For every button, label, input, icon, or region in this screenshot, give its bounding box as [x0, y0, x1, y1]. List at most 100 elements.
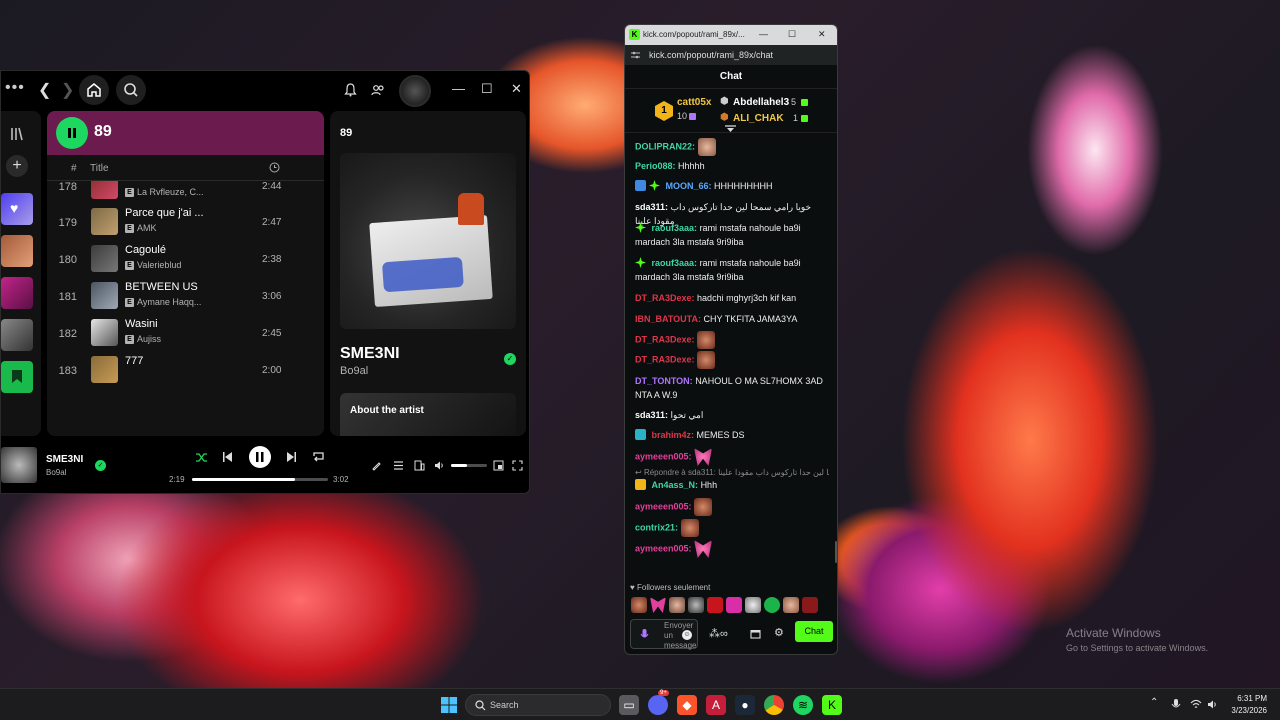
task-view-icon[interactable]: ▭ — [619, 695, 639, 715]
chat-username[interactable]: An4ass_N: — [652, 480, 699, 490]
repeat-icon[interactable] — [312, 451, 325, 463]
chat-username[interactable]: DT_RA3Dexe: — [635, 334, 695, 344]
tray-chevron-icon[interactable]: ⌃ — [1150, 697, 1158, 708]
chat-username[interactable]: contrix21: — [635, 522, 678, 532]
wifi-icon[interactable] — [1190, 699, 1202, 710]
chat-username[interactable]: raouf3aaa: — [652, 258, 698, 268]
now-playing-song[interactable]: SME3NI — [340, 345, 400, 363]
play-pause-button[interactable] — [249, 446, 271, 468]
chat-username[interactable]: brahim4z: — [652, 430, 695, 440]
chat-username[interactable]: Perio088: — [635, 161, 676, 171]
chat-username[interactable]: aymeeen005: — [635, 451, 692, 461]
now-playing-artist[interactable]: Bo9al — [340, 365, 368, 377]
playlist-tile[interactable] — [1, 277, 33, 309]
more-options-icon[interactable]: ••• — [5, 79, 25, 97]
chat-username[interactable]: MOON_66: — [666, 181, 712, 191]
friends-icon[interactable] — [371, 83, 385, 97]
emote-option[interactable] — [688, 597, 704, 613]
volume-icon[interactable] — [434, 460, 445, 471]
playlist-pause-button[interactable] — [56, 117, 88, 149]
lyrics-icon[interactable] — [371, 460, 382, 471]
close-icon[interactable]: ✕ — [511, 81, 522, 97]
track-artist[interactable]: E Aymane Haqq... — [125, 297, 201, 307]
kick-url[interactable]: kick.com/popout/rami_89x/chat — [649, 50, 773, 60]
about-artist-card[interactable]: About the artist — [340, 393, 516, 436]
track-row[interactable]: 178 E La Rvfleuze, C... 2:44 — [47, 181, 324, 205]
kick-maximize-icon[interactable]: ☐ — [788, 29, 796, 40]
expand-chevron-icon[interactable] — [725, 125, 736, 133]
player-song[interactable]: SME3NI — [46, 454, 83, 465]
back-arrow-icon[interactable]: ❮ — [38, 80, 51, 100]
player-cover[interactable] — [1, 447, 37, 483]
progress-bar[interactable] — [192, 478, 328, 481]
track-title[interactable]: BETWEEN US — [125, 281, 198, 293]
track-row[interactable]: 182 Wasini E Aujiss 2:45 — [47, 315, 324, 352]
volume-bar[interactable] — [451, 464, 487, 467]
microphone-icon[interactable] — [640, 629, 649, 641]
discord-icon[interactable]: 9+ — [648, 690, 669, 715]
chat-username[interactable]: aymeeen005: — [635, 501, 692, 511]
playlist-tile[interactable] — [1, 319, 33, 351]
connect-device-icon[interactable] — [414, 460, 425, 471]
gift-store-icon[interactable] — [750, 628, 761, 639]
bell-icon[interactable] — [344, 83, 357, 97]
library-icon[interactable] — [9, 126, 25, 142]
reply-reference[interactable]: ↩ Répondre à sda311: خويا رامي سمحا لين … — [635, 466, 829, 480]
maximize-icon[interactable]: ☐ — [481, 81, 493, 97]
emote-option[interactable] — [631, 597, 647, 613]
track-row[interactable]: 183 777 2:00 — [47, 352, 324, 389]
kick-close-icon[interactable]: ✕ — [818, 29, 826, 40]
site-info-icon[interactable] — [631, 51, 640, 59]
infinity-points-icon[interactable]: ⁂∞ — [709, 627, 728, 640]
emoji-icon[interactable]: ☺ — [682, 630, 692, 640]
saved-check-icon[interactable]: ✓ — [504, 353, 516, 365]
emote-option[interactable] — [707, 597, 723, 613]
player-artist[interactable]: Bo9al — [46, 468, 66, 477]
track-title[interactable]: 777 — [125, 355, 143, 367]
chrome-icon[interactable] — [764, 695, 784, 715]
shuffle-icon[interactable] — [195, 451, 208, 464]
spotify-taskbar-icon[interactable]: ≋ — [793, 695, 813, 715]
clock-date[interactable]: 3/23/2026 — [1224, 706, 1267, 715]
track-artist[interactable]: E La Rvfleuze, C... — [125, 187, 204, 197]
send-chat-button[interactable]: Chat — [795, 621, 833, 642]
column-title[interactable]: Title — [90, 163, 109, 174]
player-saved-icon[interactable]: ✓ — [95, 460, 106, 471]
emote-option[interactable] — [745, 597, 761, 613]
liked-songs-tile[interactable]: ♥ — [1, 193, 33, 225]
kick-minimize-icon[interactable]: — — [759, 29, 768, 39]
minimize-icon[interactable]: — — [452, 81, 465, 96]
track-artist-name[interactable]: Valerieblud — [137, 260, 181, 270]
previous-icon[interactable] — [222, 451, 233, 463]
start-button[interactable] — [439, 695, 459, 715]
next-icon[interactable] — [286, 451, 297, 463]
app-icon[interactable]: A — [706, 695, 726, 715]
emote-option[interactable] — [726, 597, 742, 613]
chat-username[interactable]: DT_TONTON: — [635, 376, 693, 386]
track-artist-name[interactable]: Aujiss — [137, 334, 161, 344]
settings-gear-icon[interactable]: ⚙ — [774, 626, 784, 639]
emote-option[interactable] — [802, 597, 818, 613]
chat-username[interactable]: raouf3aaa: — [652, 223, 698, 233]
chat-username[interactable]: IBN_BATOUTA: — [635, 314, 701, 324]
emote-option[interactable] — [783, 597, 799, 613]
kick-taskbar-icon[interactable]: K — [822, 695, 842, 715]
track-row[interactable]: 179 Parce que j'ai ... E AMK 2:47 — [47, 204, 324, 241]
chat-username[interactable]: sda311: — [635, 410, 668, 420]
user-avatar[interactable] — [399, 75, 431, 107]
track-artist-name[interactable]: AMK — [137, 223, 157, 233]
kick-url-bar[interactable]: kick.com/popout/rami_89x/chat — [625, 45, 837, 65]
track-artist[interactable]: E Aujiss — [125, 334, 161, 344]
gifter-name[interactable]: Abdellahel3 — [733, 97, 789, 108]
track-artist[interactable]: E Valerieblud — [125, 260, 181, 270]
gifter-name[interactable]: catt05x — [677, 97, 711, 108]
chat-scrollbar[interactable] — [835, 541, 837, 563]
track-title[interactable]: Wasini — [125, 318, 158, 330]
steam-icon[interactable]: ● — [735, 695, 755, 715]
track-artist-name[interactable]: La Rvfleuze, C... — [137, 187, 204, 197]
chat-username[interactable]: aymeeen005: — [635, 543, 692, 553]
track-row[interactable]: 180 Cagoulé E Valerieblud 2:38 — [47, 241, 324, 278]
track-artist-name[interactable]: Aymane Haqq... — [137, 297, 201, 307]
mini-player-icon[interactable] — [493, 460, 504, 471]
chat-username[interactable]: DOLIPRAN22: — [635, 141, 695, 151]
